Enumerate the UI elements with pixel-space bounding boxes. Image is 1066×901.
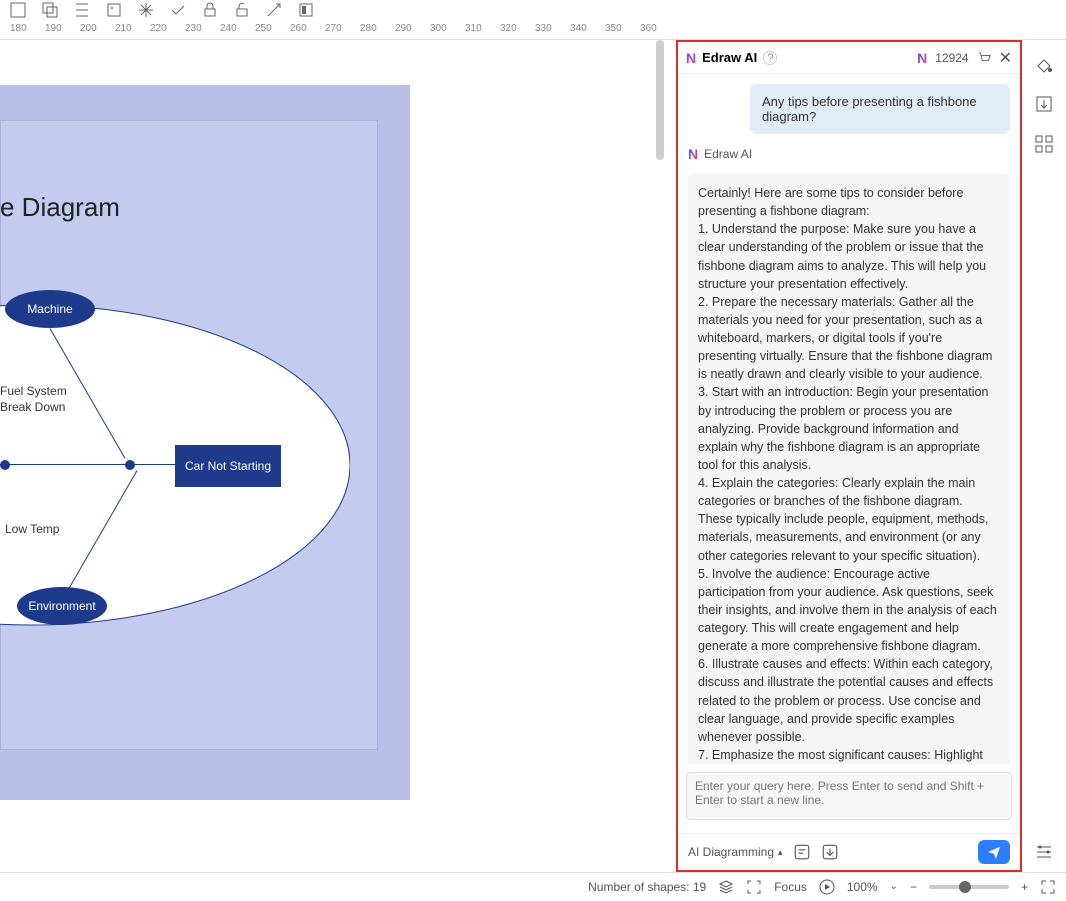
- ruler-mark: 260: [290, 23, 307, 34]
- horizontal-ruler: 180 190 200 210 220 230 240 250 260 270 …: [0, 20, 1066, 40]
- ruler-mark: 210: [115, 23, 132, 34]
- ai-responder-name: N Edraw AI: [688, 146, 1010, 162]
- ruler-mark: 270: [325, 23, 342, 34]
- user-message: Any tips before presenting a fishbone di…: [750, 84, 1010, 134]
- right-rail: [1022, 40, 1066, 872]
- send-icon: [987, 845, 1001, 859]
- tool-icon-5[interactable]: [138, 2, 154, 18]
- close-icon[interactable]: ✕: [999, 48, 1012, 68]
- help-icon[interactable]: ?: [763, 51, 777, 65]
- spine-line: [0, 464, 175, 465]
- ai-mode-dropdown[interactable]: AI Diagramming▴: [688, 845, 783, 859]
- vertical-scrollbar[interactable]: [654, 40, 664, 872]
- ruler-mark: 360: [640, 23, 657, 34]
- ai-logo-icon: N: [688, 146, 698, 162]
- cause-label-lowtemp: Low Temp: [5, 522, 59, 536]
- action-icon-2[interactable]: [821, 843, 839, 861]
- lock-icon[interactable]: [202, 2, 218, 18]
- node-machine[interactable]: Machine: [5, 290, 95, 328]
- ruler-mark: 350: [605, 23, 622, 34]
- ai-bottom-bar: AI Diagramming▴: [678, 833, 1020, 870]
- node-label: Machine: [27, 302, 72, 316]
- tool-icon-1[interactable]: [10, 2, 26, 18]
- connector-dot: [125, 460, 135, 470]
- ai-input[interactable]: [686, 772, 1012, 820]
- tool-icon-2[interactable]: [42, 2, 58, 18]
- ruler-mark: 250: [255, 23, 272, 34]
- credits-value: 12924: [935, 51, 968, 65]
- ruler-mark: 230: [185, 23, 202, 34]
- template-icon[interactable]: [298, 2, 314, 18]
- zoom-thumb[interactable]: [959, 881, 971, 893]
- ruler-mark: 310: [465, 23, 482, 34]
- ruler-mark: 200: [80, 23, 97, 34]
- zoom-out-button[interactable]: −: [910, 880, 917, 894]
- ai-conversation: Any tips before presenting a fishbone di…: [678, 74, 1020, 764]
- ai-input-area: [678, 764, 1020, 833]
- ai-logo-icon: N: [686, 50, 696, 66]
- zoom-slider[interactable]: [929, 885, 1009, 889]
- effect-box[interactable]: Car Not Starting: [175, 445, 281, 487]
- ruler-mark: 300: [430, 23, 447, 34]
- canvas[interactable]: e Diagram Machine Environment Car Not St…: [0, 40, 668, 872]
- effect-label: Car Not Starting: [185, 459, 271, 473]
- export-icon[interactable]: [1034, 94, 1054, 114]
- unlock-icon[interactable]: [234, 2, 250, 18]
- fullscreen-icon[interactable]: [1040, 879, 1056, 895]
- ruler-mark: 240: [220, 23, 237, 34]
- ai-response: Certainly! Here are some tips to conside…: [688, 174, 1010, 764]
- node-label: Environment: [28, 599, 95, 613]
- ruler-mark: 330: [535, 23, 552, 34]
- tool-icon-6[interactable]: [170, 2, 186, 18]
- focus-frame-icon[interactable]: [746, 879, 762, 895]
- chevron-down-icon[interactable]: ⌄: [890, 881, 898, 892]
- ai-panel: N Edraw AI ? N 12924 ✕ Any tips before p…: [676, 40, 1022, 872]
- send-button[interactable]: [978, 840, 1010, 864]
- tool-icon-4[interactable]: [106, 2, 122, 18]
- diagram-title: e Diagram: [0, 192, 120, 223]
- ruler-mark: 290: [395, 23, 412, 34]
- ai-mode-label: AI Diagramming: [688, 845, 774, 859]
- zoom-value[interactable]: 100%: [847, 880, 878, 894]
- node-environment[interactable]: Environment: [17, 587, 107, 625]
- grid-icon[interactable]: [1034, 134, 1054, 154]
- tool-icon-3[interactable]: [74, 2, 90, 18]
- ruler-mark: 280: [360, 23, 377, 34]
- statusbar: Number of shapes: 19 Focus 100% ⌄ − +: [0, 872, 1066, 900]
- credits-icon: N: [917, 50, 927, 66]
- responder-label: Edraw AI: [704, 147, 752, 161]
- scrollbar-thumb[interactable]: [656, 40, 664, 160]
- focus-label[interactable]: Focus: [774, 880, 807, 894]
- action-icon-1[interactable]: [793, 843, 811, 861]
- ruler-mark: 180: [10, 23, 27, 34]
- fill-icon[interactable]: [1034, 54, 1054, 74]
- top-toolbar[interactable]: [0, 0, 1066, 20]
- tools-icon[interactable]: [266, 2, 282, 18]
- ruler-mark: 220: [150, 23, 167, 34]
- play-icon[interactable]: [819, 879, 835, 895]
- ruler-mark: 340: [570, 23, 587, 34]
- shapes-count: Number of shapes: 19: [588, 880, 706, 894]
- ai-header: N Edraw AI ? N 12924 ✕: [678, 42, 1020, 74]
- cause-label-fuel1: Fuel System: [0, 384, 67, 398]
- cart-icon[interactable]: [977, 51, 991, 65]
- layers-icon[interactable]: [718, 879, 734, 895]
- cause-label-fuel2: Break Down: [0, 400, 65, 414]
- zoom-in-button[interactable]: +: [1021, 880, 1028, 894]
- ruler-mark: 190: [45, 23, 62, 34]
- settings-list-icon[interactable]: [1034, 842, 1054, 862]
- connector-dot: [0, 460, 10, 470]
- ai-title: Edraw AI: [702, 50, 757, 65]
- ruler-mark: 320: [500, 23, 517, 34]
